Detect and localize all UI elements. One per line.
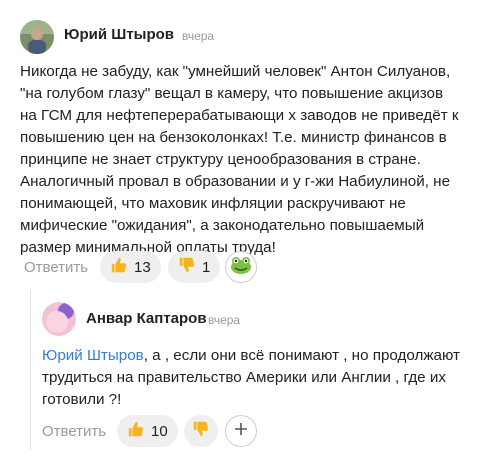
dislike-button[interactable]: 1 bbox=[168, 251, 221, 283]
comment-time: вчера bbox=[182, 29, 215, 43]
like-count: 13 bbox=[134, 258, 151, 276]
user-mention-link[interactable]: Юрий Штыров bbox=[42, 347, 144, 364]
comment-text: Юрий Штыров, а , если они всё понимают ,… bbox=[42, 345, 482, 411]
like-count: 10 bbox=[151, 422, 168, 440]
comment-text-line: мифические "ожидания", а законодательно … bbox=[20, 217, 425, 234]
thumbs-down-icon bbox=[192, 420, 210, 442]
thumbs-up-icon bbox=[127, 420, 145, 442]
comment-text-line: понимающей, что маховик инфляции раскруч… bbox=[20, 195, 406, 212]
comment-text-line: Никогда не забуду, как "умнейший человек… bbox=[20, 63, 451, 80]
thumbs-down-icon bbox=[178, 256, 196, 278]
thumbs-up-icon bbox=[110, 256, 128, 278]
add-reaction-button[interactable] bbox=[225, 415, 257, 447]
comment-text-line: принципе не знает структуру ценообразова… bbox=[20, 151, 421, 168]
dislike-button[interactable] bbox=[184, 415, 218, 447]
comment-author[interactable]: Анвар Каптаров bbox=[86, 310, 207, 327]
reply-button[interactable]: Ответить bbox=[24, 259, 88, 276]
comment-author[interactable]: Юрий Штыров bbox=[64, 26, 174, 43]
reaction-button[interactable] bbox=[225, 251, 257, 283]
avatar[interactable] bbox=[20, 20, 54, 54]
comment-text-segment: , а , если они всё понимают , но продолж… bbox=[143, 347, 460, 364]
comment-text-line: "на голубом глазу" вещал в камеру, что п… bbox=[20, 85, 444, 102]
comment-text-line: трудиться на правительство Америки или А… bbox=[42, 369, 446, 386]
like-button[interactable]: 10 bbox=[117, 415, 178, 447]
comment-text-line: Аналогичный провал в образовании и у г-ж… bbox=[20, 173, 451, 190]
comment-text-line: Юрий Штыров, а , если они всё понимают ,… bbox=[42, 345, 482, 367]
plus-icon bbox=[234, 422, 248, 441]
reply-button[interactable]: Ответить bbox=[42, 423, 106, 440]
comment-text: Никогда не забуду, как "умнейший человек… bbox=[20, 61, 485, 259]
avatar[interactable] bbox=[42, 302, 76, 336]
comment-time: вчера bbox=[208, 313, 241, 327]
frog-emoji-icon bbox=[230, 255, 252, 280]
thread-line bbox=[30, 290, 31, 450]
comment-text-line: на ГСМ для нефтеперерабатывающи х заводо… bbox=[20, 107, 459, 124]
dislike-count: 1 bbox=[202, 258, 211, 276]
comment-text-line: готовили ?! bbox=[42, 391, 122, 408]
like-button[interactable]: 13 bbox=[100, 251, 161, 283]
comment-text-line: повышению цен на бензоколонках! Т.е. мин… bbox=[20, 129, 447, 146]
